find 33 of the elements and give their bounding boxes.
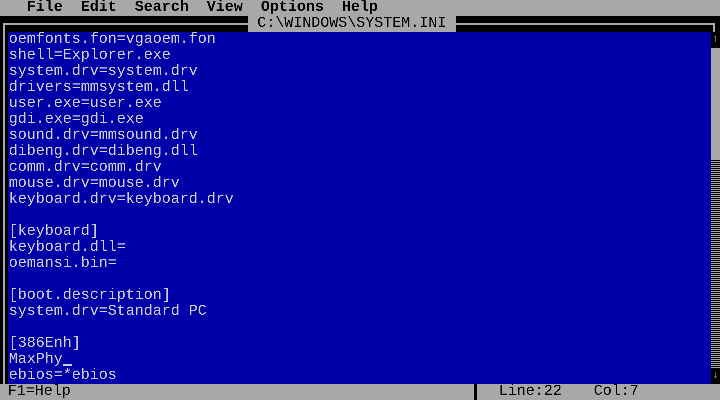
menu-item[interactable]: Search <box>126 0 198 16</box>
window-title: C:\WINDOWS\SYSTEM.INI <box>248 16 456 32</box>
text-line: MaxPhy <box>9 352 64 368</box>
column-number: Col:7 <box>594 384 640 400</box>
text-line: comm.drv=comm.drv <box>9 160 162 176</box>
text-line: [keyboard] <box>9 224 100 240</box>
scroll-up-arrow[interactable]: ↑ <box>711 32 720 48</box>
menu-item[interactable]: Options <box>252 0 334 16</box>
editor-area[interactable] <box>8 32 711 384</box>
text-line: ebios=*ebios <box>9 368 118 384</box>
menu-item[interactable]: File <box>18 0 72 16</box>
text-line: sound.drv=mmsound.drv <box>9 128 198 144</box>
menu-item[interactable]: Help <box>333 0 388 16</box>
text-line: system.drv=system.drv <box>9 64 198 80</box>
text-line: [386Enh] <box>9 336 82 352</box>
menu-item[interactable]: Edit <box>72 0 126 16</box>
text-line: oemfonts.fon=vgaoem.fon <box>9 32 216 48</box>
text-line: user.exe=user.exe <box>9 96 162 112</box>
text-line: mouse.drv=mouse.drv <box>9 176 180 192</box>
text-line: dibeng.drv=dibeng.dll <box>9 144 198 160</box>
text-line: keyboard.dll= <box>9 240 126 256</box>
text-line: drivers=mmsystem.dll <box>9 80 190 96</box>
scroll-thumb[interactable] <box>711 48 720 160</box>
text-line: shell=Explorer.exe <box>9 48 172 64</box>
text-line: [boot.description] <box>9 288 172 304</box>
help-hint: F1=Help <box>7 384 72 400</box>
text-line: oemansi.bin= <box>9 256 118 272</box>
text-line: system.drv=Standard PC <box>9 304 208 320</box>
text-line: keyboard.drv=keyboard.drv <box>9 192 234 208</box>
text-line: gdi.exe=gdi.exe <box>9 112 144 128</box>
line-number: Line:22 <box>499 384 564 400</box>
scroll-down-arrow[interactable]: ↓ <box>711 368 720 384</box>
menu-item[interactable]: View <box>198 0 252 16</box>
